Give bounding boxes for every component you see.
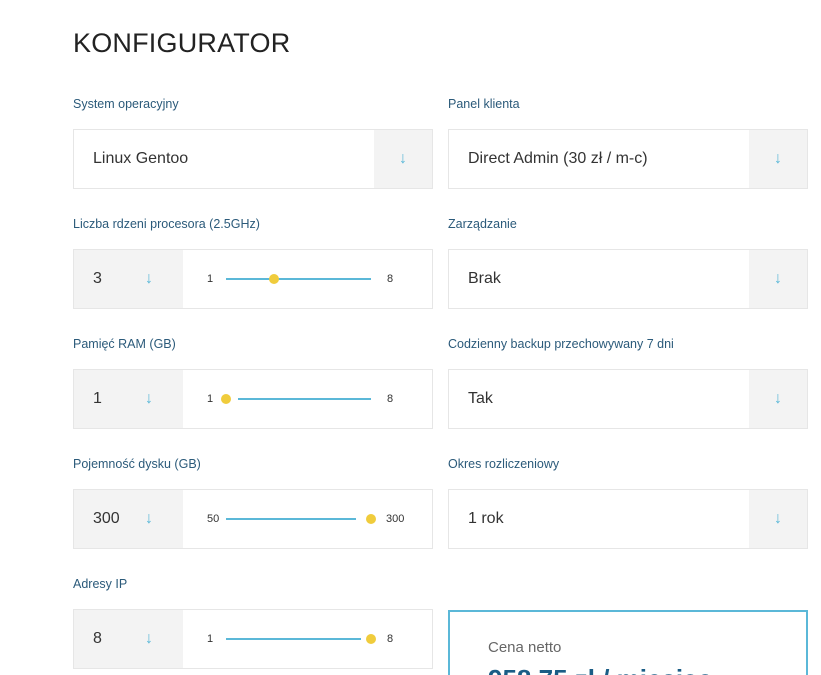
- disk-slider-track[interactable]: [226, 518, 356, 520]
- arrow-down-icon[interactable]: ↓: [749, 490, 807, 548]
- price-label: Cena netto: [488, 639, 562, 656]
- panel-select-value: Direct Admin (30 zł / m-c): [468, 150, 648, 167]
- arrow-down-icon[interactable]: ↓: [749, 130, 807, 188]
- cpu-stepper[interactable]: 3 ↓: [74, 250, 183, 308]
- management-label: Zarządzanie: [448, 217, 517, 231]
- disk-slider-min: 50: [207, 513, 220, 525]
- ram-slider-track[interactable]: [238, 398, 371, 400]
- cpu-slider-min: 1: [207, 273, 214, 285]
- billing-select[interactable]: 1 rok ↓: [448, 489, 808, 549]
- ip-slider-knob[interactable]: [366, 634, 376, 644]
- arrow-down-icon[interactable]: ↓: [749, 370, 807, 428]
- ram-slider-min: 1: [207, 393, 214, 405]
- ram-label: Pamięć RAM (GB): [73, 337, 176, 351]
- disk-slider-box: 300 ↓ 50 300: [73, 489, 433, 549]
- ip-slider-min: 1: [207, 633, 214, 645]
- disk-stepper[interactable]: 300 ↓: [74, 490, 183, 548]
- ip-slider[interactable]: 1 8: [183, 610, 432, 668]
- arrow-down-icon[interactable]: ↓: [145, 270, 153, 288]
- arrow-down-icon[interactable]: ↓: [145, 630, 153, 648]
- billing-label: Okres rozliczeniowy: [448, 457, 560, 471]
- cpu-slider-box: 3 ↓ 1 8: [73, 249, 433, 309]
- arrow-down-icon[interactable]: ↓: [374, 130, 432, 188]
- price-box: Cena netto 958,75 zł / miesiąc: [448, 610, 808, 675]
- ram-stepper-value[interactable]: 1: [93, 390, 145, 408]
- ram-slider-knob[interactable]: [221, 394, 231, 404]
- cpu-slider-max: 8: [387, 273, 394, 285]
- management-select[interactable]: Brak ↓: [448, 249, 808, 309]
- management-select-value: Brak: [468, 270, 501, 287]
- ram-slider-box: 1 ↓ 1 8: [73, 369, 433, 429]
- disk-stepper-value[interactable]: 300: [93, 510, 145, 528]
- ip-slider-box: 8 ↓ 1 8: [73, 609, 433, 669]
- disk-label: Pojemność dysku (GB): [73, 457, 201, 471]
- ram-slider[interactable]: 1 8: [183, 370, 432, 428]
- ip-slider-max: 8: [387, 633, 394, 645]
- panel-label: Panel klienta: [448, 97, 520, 111]
- ram-stepper[interactable]: 1 ↓: [74, 370, 183, 428]
- arrow-down-icon[interactable]: ↓: [145, 510, 153, 528]
- arrow-down-icon[interactable]: ↓: [145, 390, 153, 408]
- backup-select[interactable]: Tak ↓: [448, 369, 808, 429]
- disk-slider[interactable]: 50 300: [183, 490, 432, 548]
- disk-slider-max: 300: [386, 513, 405, 525]
- cpu-slider-knob[interactable]: [268, 274, 279, 284]
- os-select-value: Linux Gentoo: [93, 150, 189, 167]
- ip-stepper[interactable]: 8 ↓: [74, 610, 183, 668]
- backup-select-value: Tak: [468, 390, 493, 407]
- page-title: KONFIGURATOR: [73, 28, 291, 58]
- cpu-stepper-value[interactable]: 3: [93, 270, 145, 288]
- os-select[interactable]: Linux Gentoo ↓: [73, 129, 433, 189]
- backup-label: Codzienny backup przechowywany 7 dni: [448, 337, 674, 351]
- cpu-slider[interactable]: 1 8: [183, 250, 432, 308]
- cpu-label: Liczba rdzeni procesora (2.5GHz): [73, 217, 260, 231]
- cpu-slider-track[interactable]: [226, 278, 371, 280]
- billing-select-value: 1 rok: [468, 510, 504, 527]
- ip-label: Adresy IP: [73, 577, 128, 591]
- price-value: 958,75 zł / miesiąc: [488, 664, 712, 675]
- arrow-down-icon[interactable]: ↓: [749, 250, 807, 308]
- disk-slider-knob[interactable]: [366, 514, 376, 524]
- ip-slider-track[interactable]: [226, 638, 361, 640]
- panel-select[interactable]: Direct Admin (30 zł / m-c) ↓: [448, 129, 808, 189]
- ip-stepper-value[interactable]: 8: [93, 630, 145, 648]
- ram-slider-max: 8: [387, 393, 394, 405]
- os-label: System operacyjny: [73, 97, 179, 111]
